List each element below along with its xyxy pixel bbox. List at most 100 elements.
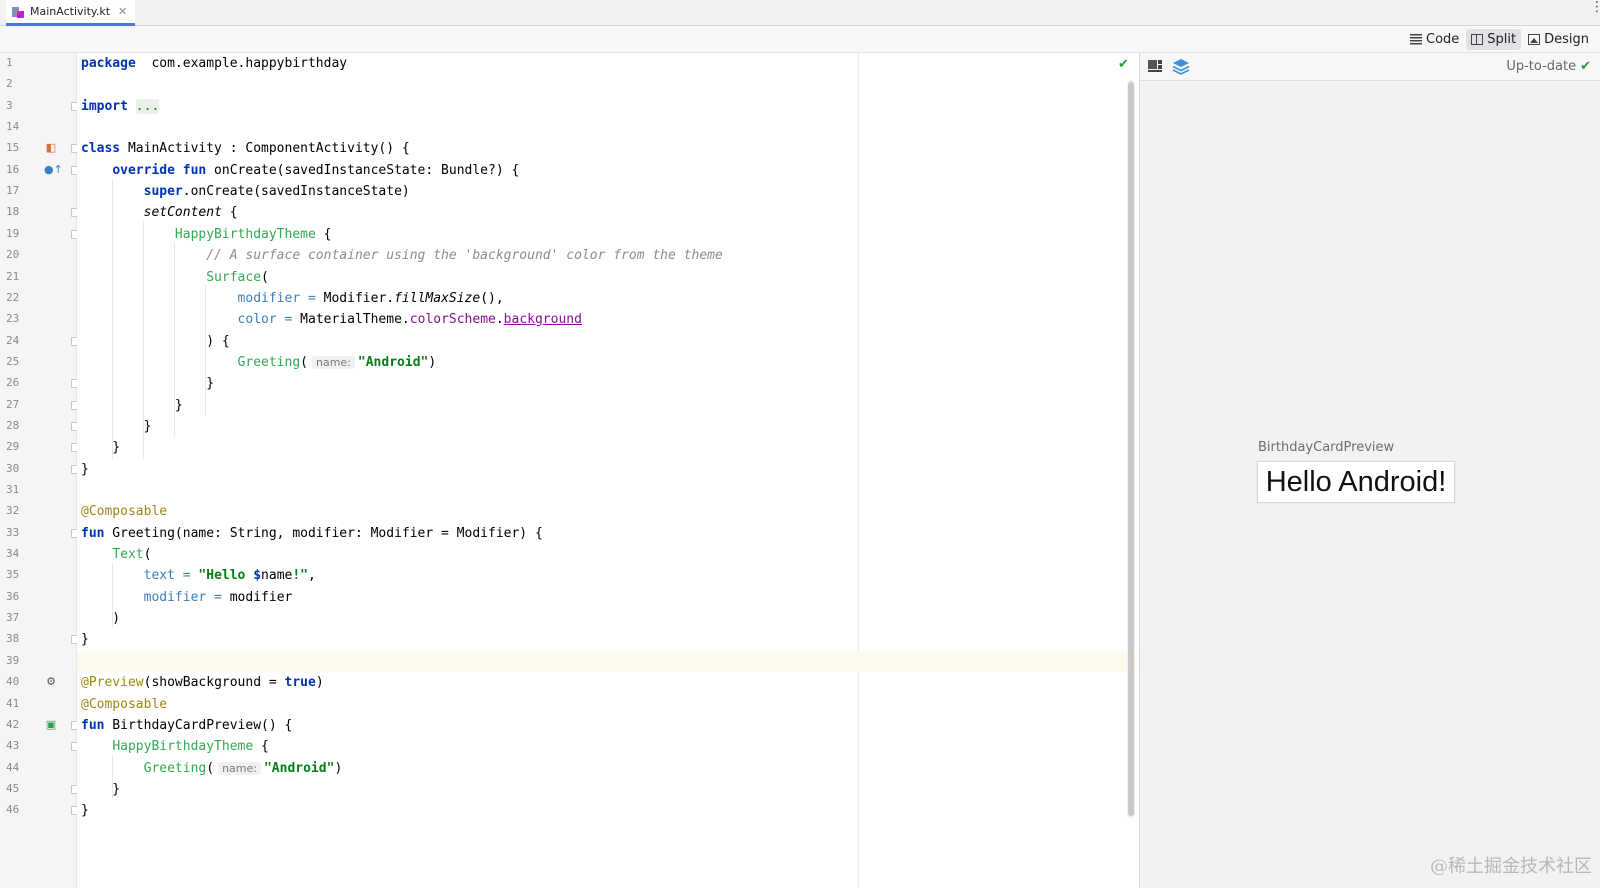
code-line[interactable]: Greeting(name: "Android"): [77, 352, 1137, 373]
preview-layout-icon[interactable]: [1148, 60, 1162, 73]
code-token: @Composable: [81, 697, 168, 712]
code-line[interactable]: }: [77, 629, 1137, 650]
code-line[interactable]: modifier = Modifier.fillMaxSize(),: [77, 288, 1137, 309]
gutter-line: 27: [0, 395, 79, 416]
gutter-line: 21: [0, 267, 77, 288]
code-line[interactable]: [77, 74, 1137, 95]
gutter-line: 31: [0, 480, 77, 501]
code-line[interactable]: fun Greeting(name: String, modifier: Mod…: [77, 523, 1137, 544]
code-line[interactable]: class MainActivity : ComponentActivity()…: [77, 138, 1137, 159]
code-token: true: [284, 675, 316, 690]
no-problems-check-icon[interactable]: ✔: [1118, 57, 1129, 72]
line-number: 19: [6, 227, 20, 240]
gutter-line: 3: [0, 96, 79, 117]
code-token: override fun: [112, 163, 207, 178]
code-token: }: [81, 782, 121, 797]
code-token: text: [143, 568, 175, 583]
code-line[interactable]: [77, 117, 1137, 138]
code-line[interactable]: import ...: [77, 96, 1137, 117]
gutter-line: 19: [0, 224, 79, 245]
code-token: // A surface container using the 'backgr…: [206, 248, 723, 263]
code-line[interactable]: Greeting(name: "Android"): [77, 758, 1137, 779]
code-line[interactable]: }: [77, 373, 1137, 394]
code-line[interactable]: setContent {: [77, 202, 1137, 223]
gutter-line: 39: [0, 651, 77, 672]
mode-code-label: Code: [1426, 32, 1460, 47]
code-line[interactable]: color = MaterialTheme.colorScheme.backgr…: [77, 309, 1137, 330]
gutter-line: 34: [0, 544, 77, 565]
code-line[interactable]: Surface(: [77, 267, 1137, 288]
code-token: .: [495, 312, 504, 327]
code-line[interactable]: // A surface container using the 'backgr…: [77, 245, 1137, 266]
line-number: 23: [6, 312, 20, 325]
code-token: "Hello: [198, 568, 254, 583]
code-line[interactable]: fun BirthdayCardPreview() {: [77, 715, 1137, 736]
gear-icon[interactable]: ⚙: [44, 675, 58, 689]
code-token: Modifier.: [315, 291, 395, 306]
code-line[interactable]: @Preview(showBackground = true): [77, 672, 1137, 693]
code-line[interactable]: text = "Hello $name!",: [77, 565, 1137, 586]
line-number: 30: [6, 462, 20, 475]
mode-code-button[interactable]: Code: [1405, 29, 1464, 50]
line-number: 21: [6, 270, 20, 283]
code-line[interactable]: }: [77, 779, 1137, 800]
code-line[interactable]: HappyBirthdayTheme {: [77, 736, 1137, 757]
code-line[interactable]: }: [77, 459, 1137, 480]
code-token: super: [143, 184, 183, 199]
preview-render[interactable]: Hello Android!: [1257, 461, 1455, 503]
code-line[interactable]: HappyBirthdayTheme {: [77, 224, 1137, 245]
gutter-line: 46: [0, 800, 79, 821]
layers-icon[interactable]: [1172, 58, 1190, 75]
line-number: 17: [6, 184, 20, 197]
code-line[interactable]: }: [77, 437, 1137, 458]
gutter-line: 23: [0, 309, 77, 330]
code-token: !": [292, 568, 309, 583]
tab-mainactivity[interactable]: MainActivity.kt ✕: [6, 0, 136, 26]
mode-design-button[interactable]: Design: [1523, 29, 1594, 50]
code-token: ): [334, 761, 343, 776]
override-icon[interactable]: ●↑: [44, 163, 63, 177]
code-token: colorScheme: [409, 312, 496, 327]
code-token: @Preview: [81, 675, 144, 690]
code-line[interactable]: ) {: [77, 331, 1137, 352]
code-token: $: [253, 568, 262, 583]
code-line[interactable]: package com.example.happybirthday: [77, 53, 1137, 74]
code-token: Greeting: [143, 761, 207, 776]
code-editor[interactable]: package com.example.happybirthday import …: [77, 53, 1137, 888]
code-line[interactable]: @Composable: [77, 694, 1137, 715]
code-line[interactable]: modifier = modifier: [77, 587, 1137, 608]
close-tab-icon[interactable]: ✕: [118, 5, 127, 18]
compose-preview-pane: Up-to-date ✔ BirthdayCardPreview Hello A…: [1139, 53, 1600, 888]
run-preview-icon[interactable]: ▣: [44, 718, 58, 732]
more-menu-icon[interactable]: ⋮: [1590, 0, 1600, 14]
editor-tab-bar: MainActivity.kt ✕ ⋮: [0, 0, 1600, 26]
kotlin-file-icon: [12, 6, 24, 18]
gutter-line: 42 ▣: [0, 715, 79, 736]
code-token: }: [81, 398, 183, 413]
code-line[interactable]: }: [77, 395, 1137, 416]
mode-design-label: Design: [1544, 32, 1589, 47]
code-line[interactable]: }: [77, 800, 1137, 821]
code-token: ,: [308, 568, 316, 583]
code-token: onCreate(savedInstanceState: Bundle?) {: [206, 163, 520, 178]
code-token: {: [315, 227, 332, 242]
code-line[interactable]: }: [77, 416, 1137, 437]
code-token: ): [81, 611, 121, 626]
code-line[interactable]: [77, 480, 1137, 501]
current-code-line[interactable]: [77, 651, 1137, 672]
code-line[interactable]: super.onCreate(savedInstanceState): [77, 181, 1137, 202]
editor-scrollbar-thumb[interactable]: [1128, 82, 1134, 816]
code-line[interactable]: @Composable: [77, 501, 1137, 522]
preview-status: Up-to-date ✔: [1506, 59, 1591, 74]
code-line[interactable]: Text(: [77, 544, 1137, 565]
code-line[interactable]: ): [77, 608, 1137, 629]
code-line[interactable]: override fun onCreate(savedInstanceState…: [77, 160, 1137, 181]
class-icon[interactable]: ◧: [44, 141, 58, 155]
preview-status-text: Up-to-date: [1506, 59, 1577, 74]
mode-split-button[interactable]: Split: [1466, 29, 1522, 50]
